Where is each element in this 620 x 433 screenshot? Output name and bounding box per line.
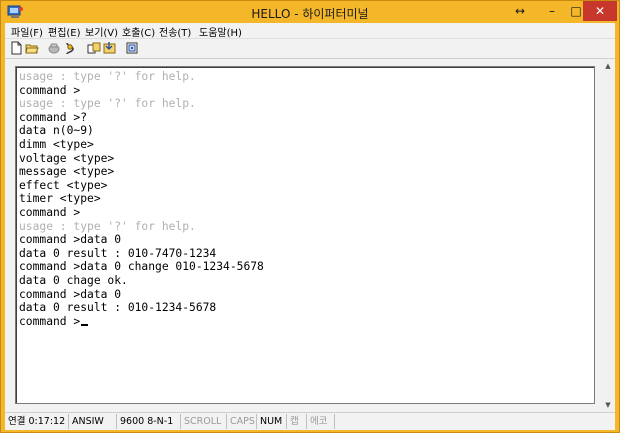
new-document-icon[interactable] [9,41,23,55]
terminal-line-text: command >data 0 [19,287,122,301]
terminal-output: usage : type '?' for help. command > usage… [19,70,264,328]
status-bar: 연결 0:17:12 ANSIW 9600 8-N-1 SCROLL CAPS … [5,412,615,430]
status-connected-time: 연결 0:17:12 [5,414,69,429]
terminal-line: voltage <type> [19,152,264,166]
menu-bar: 파일(F) 편집(E) 보기(V) 호출(C) 전송(T) 도움말(H) [5,23,615,39]
terminal-line: usage : type '?' for help. [19,70,264,84]
terminal-line: data 0 result : 010-7470-1234 [19,247,264,261]
terminal-line: command >data 0 change 010-1234-5678 [19,260,264,274]
terminal-line-text: command > [19,83,81,97]
menu-view[interactable]: 보기(V) [85,24,118,39]
terminal-line: command >data 0 [19,233,264,247]
open-folder-icon[interactable] [25,41,39,55]
scroll-down-icon[interactable]: ▼ [601,398,615,412]
minimize-button[interactable]: – [539,1,565,21]
vertical-scrollbar[interactable]: ▲ ▼ [601,59,615,412]
terminal-line: data 0 result : 010-1234-5678 [19,301,264,315]
terminal-line-text: command > [19,205,81,219]
menu-help[interactable]: 도움말(H) [199,24,242,39]
menu-file[interactable]: 파일(F) [11,24,43,39]
terminal-line-text: message <type> [19,165,115,179]
terminal-line-text: command >data 0 change 010-1234-5678 [19,260,264,274]
terminal-client-area: usage : type '?' for help. command > usage… [5,59,615,412]
terminal-line: effect <type> [19,179,264,193]
terminal-line: usage : type '?' for help. [19,220,264,234]
terminal-line: timer <type> [19,192,264,206]
terminal-line-text: effect <type> [19,178,108,192]
status-num: NUM [257,414,287,429]
terminal-line-text: dimm <type> [19,137,94,151]
terminal-line-text: usage : type '?' for help. [19,70,196,83]
close-button[interactable]: ✕ [583,1,617,21]
status-scroll: SCROLL [181,414,227,429]
menu-edit[interactable]: 편집(E) [48,24,81,39]
terminal-line-text: command >data 0 [19,233,122,247]
terminal-line-text: usage : type '?' for help. [19,219,196,233]
scroll-up-icon[interactable]: ▲ [601,59,615,73]
terminal-screen[interactable]: usage : type '?' for help. command > usage… [15,66,595,404]
text-cursor [81,323,89,326]
title-bar[interactable]: HELLO - 하이퍼터미널 ↔ – □ ✕ [1,1,619,23]
terminal-line-text: command >? [19,110,88,124]
menu-call[interactable]: 호출(C) [122,24,155,39]
toolbar [5,39,615,59]
terminal-line: command >data 0 [19,288,264,302]
terminal-line: command > [19,84,264,98]
terminal-line-text: data 0 chage ok. [19,273,128,287]
terminal-line-text: data 0 result : 010-1234-5678 [19,301,217,315]
terminal-line-text: timer <type> [19,192,101,206]
menu-transfer[interactable]: 전송(T) [159,24,191,39]
terminal-line-text: data 0 result : 010-7470-1234 [19,246,217,260]
status-emulation: ANSIW [69,414,117,429]
call-icon[interactable] [47,41,61,55]
terminal-line: message <type> [19,165,264,179]
status-capture: 캡 [287,414,307,429]
properties-icon[interactable] [125,41,139,55]
terminal-line: command > [19,206,264,220]
terminal-line: dimm <type> [19,138,264,152]
terminal-line: data 0 chage ok. [19,274,264,288]
receive-icon[interactable] [103,41,117,55]
terminal-line-text: data n(0~9) [19,124,94,138]
hyperterminal-window: HELLO - 하이퍼터미널 ↔ – □ ✕ 파일(F) 편집(E) 보기(V)… [0,0,620,433]
send-icon[interactable] [87,41,101,55]
terminal-line-text: voltage <type> [19,151,115,165]
terminal-line: command > [19,315,264,329]
status-echo: 에코 [307,414,335,429]
terminal-line: usage : type '?' for help. [19,97,264,111]
terminal-line-text: usage : type '?' for help. [19,97,196,111]
terminal-line: data n(0~9) [19,124,264,138]
status-port-settings: 9600 8-N-1 [117,414,181,429]
terminal-line-text: command > [19,314,81,328]
terminal-line: command >? [19,111,264,125]
resize-icon[interactable]: ↔ [507,1,533,21]
status-caps: CAPS [227,414,257,429]
disconnect-icon[interactable] [63,41,77,55]
